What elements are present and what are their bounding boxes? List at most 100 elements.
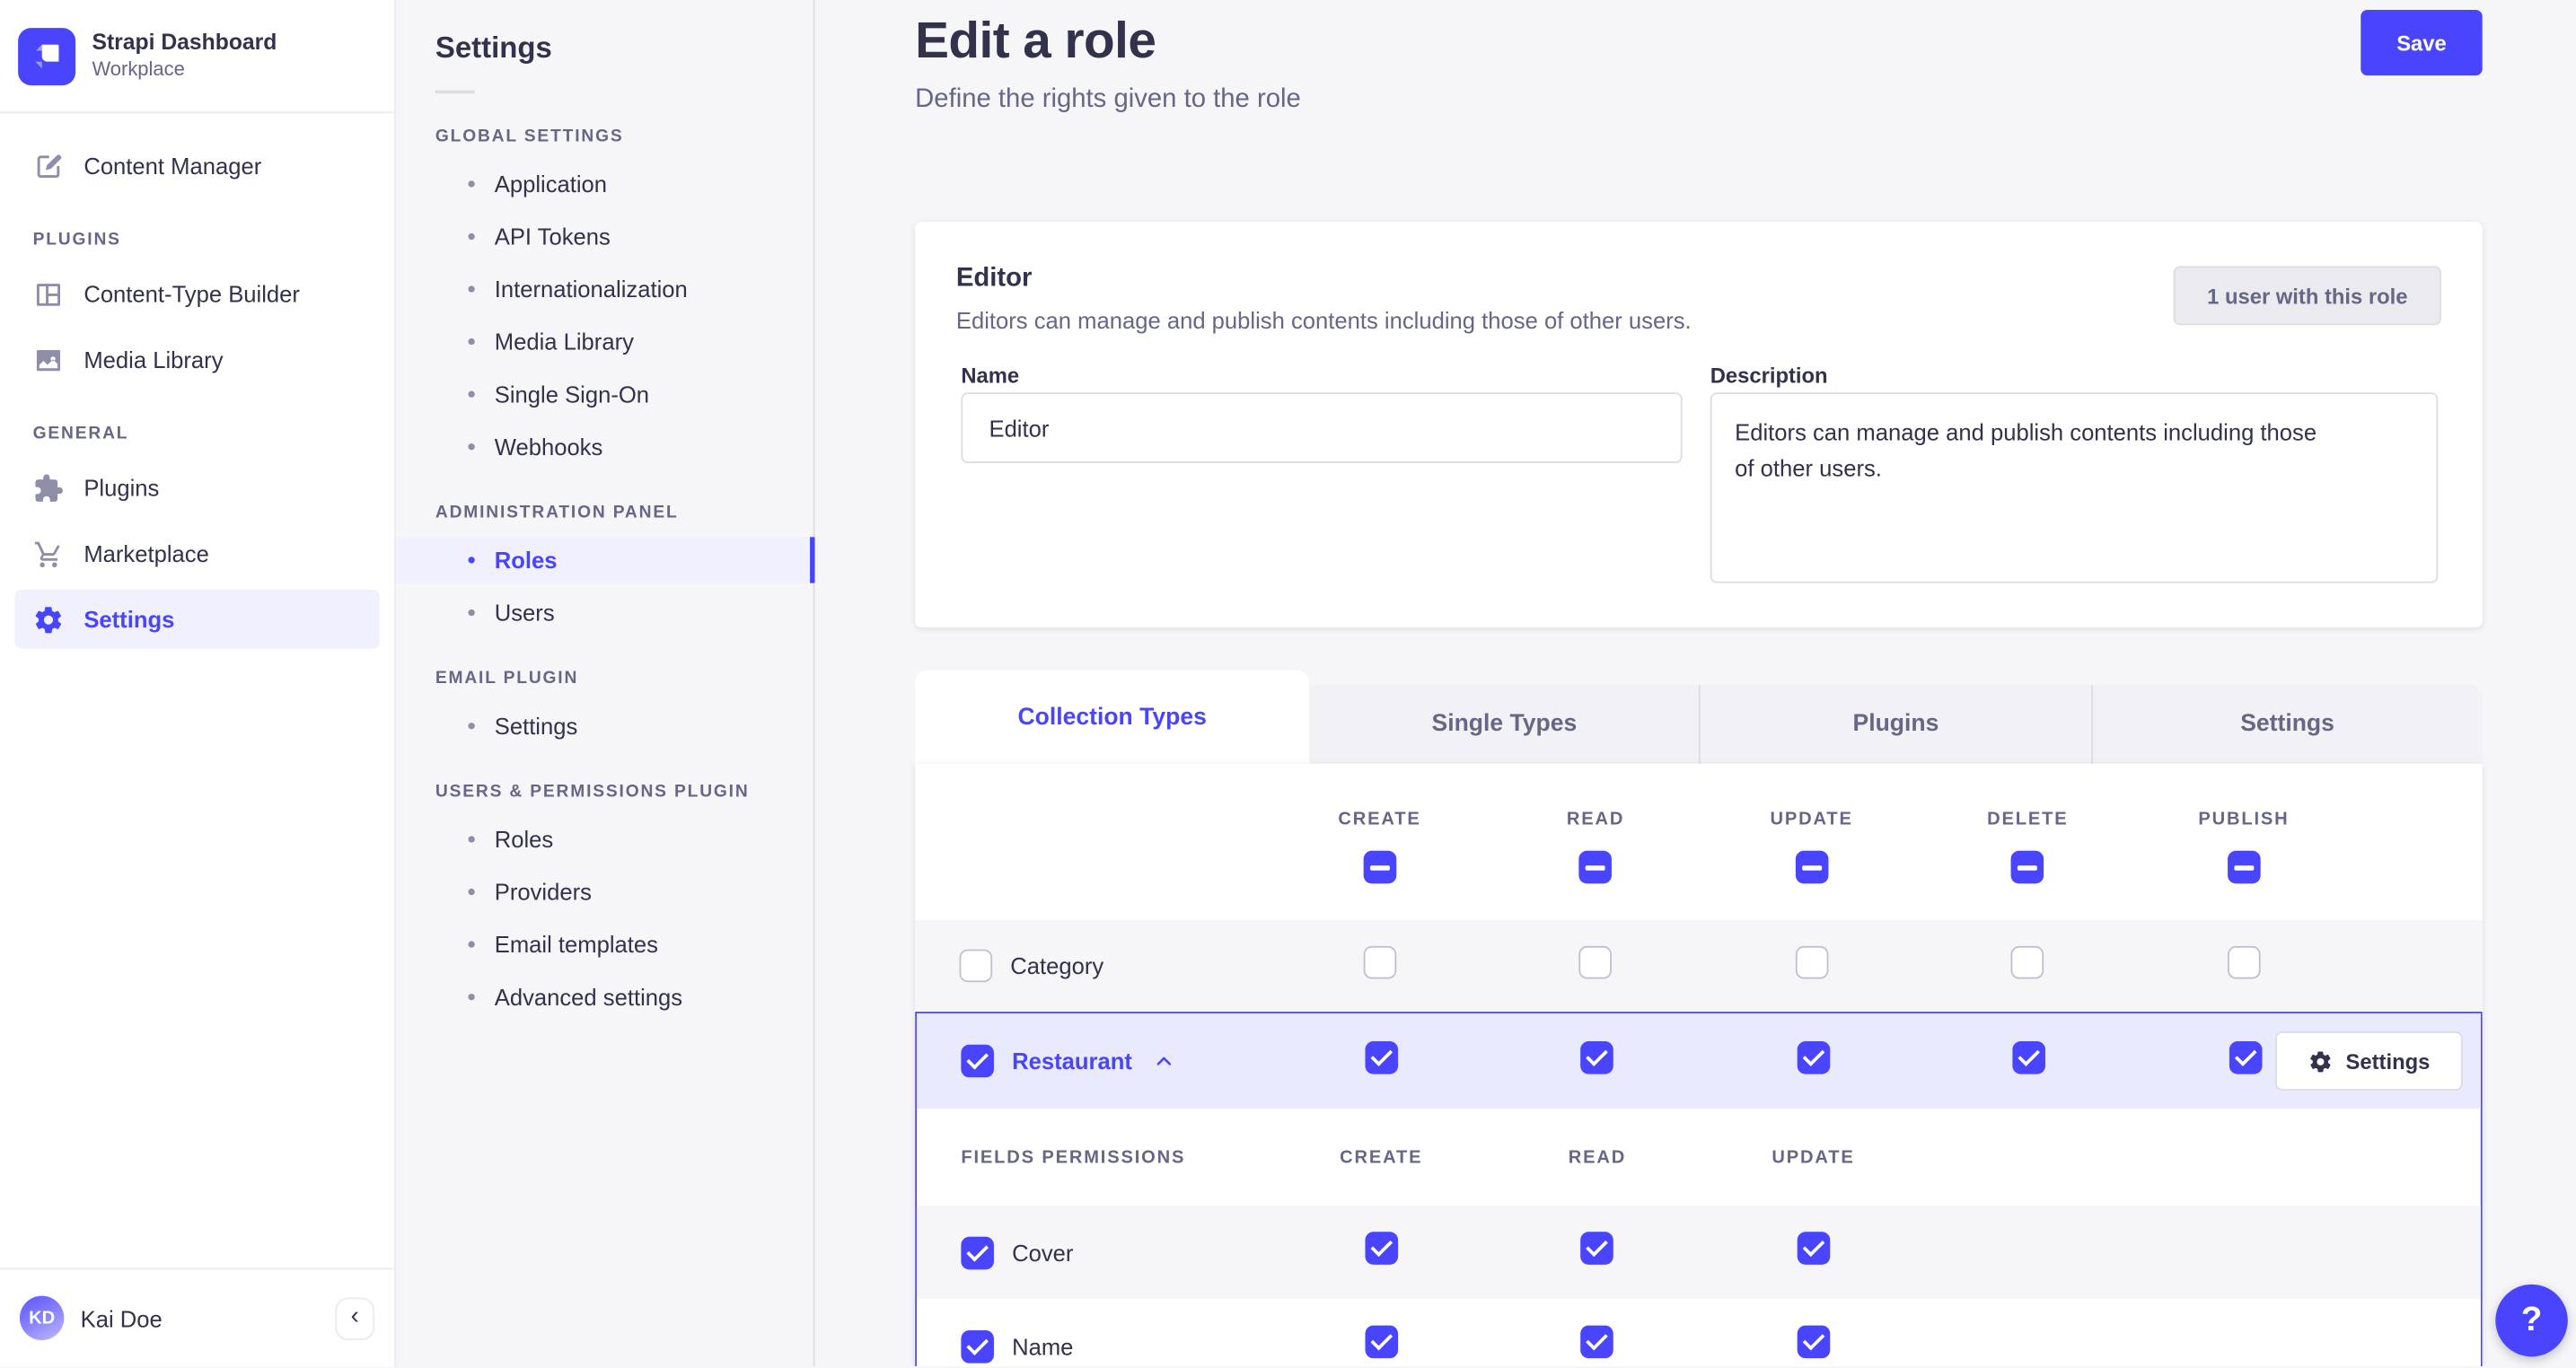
settings-subnav: Settings GLOBAL SETTINGS Application API…	[395, 0, 815, 1367]
subnav-item-advanced-settings[interactable]: Advanced settings	[396, 974, 813, 1020]
restaurant-create-checkbox[interactable]	[1365, 1040, 1398, 1074]
category-update-checkbox[interactable]	[1795, 944, 1828, 978]
subnav-item-providers[interactable]: Providers	[396, 869, 813, 915]
main-sidebar: Strapi Dashboard Workplace Content Manag…	[0, 0, 396, 1367]
sidebar-item-content-manager[interactable]: Content Manager	[14, 136, 379, 196]
subnav-item-up-roles[interactable]: Roles	[396, 816, 813, 862]
restaurant-accordion: Restaurant Settings FIELDS PERMISSIONS C…	[915, 1012, 2483, 1367]
create-column-checkbox[interactable]	[1363, 850, 1396, 884]
restaurant-read-checkbox[interactable]	[1580, 1040, 1614, 1074]
name-read-checkbox[interactable]	[1580, 1325, 1614, 1359]
publish-column-checkbox[interactable]	[2227, 850, 2261, 884]
bullet-icon	[468, 993, 475, 1001]
avatar: KD	[19, 1295, 65, 1341]
bullet-icon	[468, 836, 475, 843]
bullet-icon	[468, 338, 475, 346]
subnav-item-api-tokens[interactable]: API Tokens	[396, 214, 813, 259]
subnav-item-media-library[interactable]: Media Library	[396, 319, 813, 364]
subnav-item-single-sign-on[interactable]: Single Sign-On	[396, 372, 813, 417]
restaurant-settings-button[interactable]: Settings	[2275, 1031, 2463, 1091]
category-publish-checkbox[interactable]	[2227, 944, 2261, 978]
users-with-role-button[interactable]: 1 user with this role	[2173, 266, 2441, 326]
name-row-checkbox[interactable]	[961, 1329, 994, 1363]
role-name-input[interactable]	[961, 392, 1683, 463]
page-title: Edit a role	[915, 11, 1156, 69]
subnav-item-email-templates[interactable]: Email templates	[396, 921, 813, 967]
subnav-item-roles[interactable]: Roles	[395, 537, 815, 583]
sidebar-item-label: Content-Type Builder	[84, 280, 300, 308]
subnav-item-internationalization[interactable]: Internationalization	[396, 266, 813, 311]
fields-permissions-header: FIELDS PERMISSIONS CREATE READ UPDATE	[917, 1109, 2481, 1206]
role-description-text: Editors can manage and publish contents …	[955, 307, 1692, 334]
help-button[interactable]: ?	[2495, 1284, 2568, 1357]
tab-collection-types[interactable]: Collection Types	[915, 670, 1310, 764]
subnav-item-users[interactable]: Users	[396, 590, 813, 636]
subnav-section-administration-panel: ADMINISTRATION PANEL	[435, 502, 679, 522]
permissions-column-labels: CREATE READ UPDATE DELETE PUBLISH	[915, 810, 2483, 829]
save-button[interactable]: Save	[2361, 9, 2483, 76]
restaurant-row-toggle[interactable]: Restaurant	[917, 1044, 1273, 1078]
subnav-item-webhooks[interactable]: Webhooks	[396, 424, 813, 469]
category-row-toggle[interactable]: Category	[915, 949, 1271, 983]
media-library-icon	[33, 344, 65, 375]
column-header-update: UPDATE	[1770, 810, 1853, 829]
sidebar-item-label: Plugins	[84, 474, 160, 502]
column-header-delete: DELETE	[1987, 810, 2069, 829]
sidebar-item-label: Marketplace	[84, 539, 209, 567]
user-name: Kai Doe	[80, 1304, 163, 1331]
bullet-icon	[468, 390, 475, 398]
sidebar-item-settings[interactable]: Settings	[14, 589, 380, 649]
content-manager-icon	[33, 150, 65, 181]
restaurant-publish-checkbox[interactable]	[2229, 1040, 2263, 1074]
tab-plugins[interactable]: Plugins	[1699, 684, 2091, 764]
role-name-heading: Editor	[955, 264, 1033, 293]
cover-create-checkbox[interactable]	[1365, 1232, 1398, 1265]
category-row-checkbox[interactable]	[959, 949, 993, 983]
cover-row-checkbox[interactable]	[961, 1235, 994, 1269]
tab-strip: Single Types Plugins Settings	[1309, 684, 2483, 764]
name-update-checkbox[interactable]	[1797, 1325, 1830, 1359]
sidebar-item-plugins[interactable]: Plugins	[14, 458, 379, 517]
sidebar-item-marketplace[interactable]: Marketplace	[14, 524, 379, 583]
brand-text: Strapi Dashboard Workplace	[92, 30, 277, 82]
strapi-logo-icon	[18, 27, 76, 85]
brand-block[interactable]: Strapi Dashboard Workplace	[0, 0, 395, 114]
restaurant-update-checkbox[interactable]	[1797, 1040, 1830, 1074]
field-row-name: Name	[916, 1299, 2481, 1367]
sidebar-item-media-library[interactable]: Media Library	[14, 330, 379, 390]
subnav-section-global-settings: GLOBAL SETTINGS	[435, 126, 624, 146]
bullet-icon	[468, 941, 475, 948]
category-read-checkbox[interactable]	[1578, 944, 1613, 978]
question-mark-icon: ?	[2520, 1301, 2543, 1339]
category-create-checkbox[interactable]	[1363, 944, 1396, 978]
subnav-item-email-settings[interactable]: Settings	[396, 703, 813, 749]
subnav-divider	[435, 90, 475, 94]
column-header-publish: PUBLISH	[2198, 810, 2290, 829]
name-create-checkbox[interactable]	[1365, 1325, 1398, 1359]
read-column-checkbox[interactable]	[1578, 850, 1613, 884]
tab-settings[interactable]: Settings	[2090, 684, 2483, 764]
column-header-create: CREATE	[1338, 810, 1421, 829]
brand-title: Strapi Dashboard	[92, 30, 277, 55]
cover-update-checkbox[interactable]	[1797, 1232, 1830, 1265]
page-subtitle: Define the rights given to the role	[915, 85, 1301, 114]
bullet-icon	[468, 285, 475, 293]
settings-icon	[33, 603, 65, 635]
delete-column-checkbox[interactable]	[2011, 850, 2044, 884]
role-description-textarea[interactable]: Editors can manage and publish contents …	[1710, 392, 2439, 583]
category-delete-checkbox[interactable]	[2011, 944, 2044, 978]
permissions-column-checkboxes	[915, 850, 2483, 892]
restaurant-delete-checkbox[interactable]	[2012, 1040, 2046, 1074]
restaurant-row-checkbox[interactable]	[961, 1044, 994, 1078]
sidebar-collapse-button[interactable]: ‹	[335, 1296, 375, 1340]
description-label: Description	[1710, 363, 1828, 388]
sidebar-footer: KD Kai Doe ‹	[0, 1267, 395, 1367]
sidebar-section-general: GENERAL	[32, 424, 129, 444]
sidebar-item-content-type-builder[interactable]: Content-Type Builder	[14, 265, 379, 324]
update-column-checkbox[interactable]	[1795, 850, 1828, 884]
chevron-up-icon	[1154, 1050, 1175, 1072]
column-header-read: READ	[1566, 810, 1625, 829]
subnav-item-application[interactable]: Application	[396, 161, 813, 206]
tab-single-types[interactable]: Single Types	[1309, 685, 1699, 764]
cover-read-checkbox[interactable]	[1580, 1232, 1614, 1265]
